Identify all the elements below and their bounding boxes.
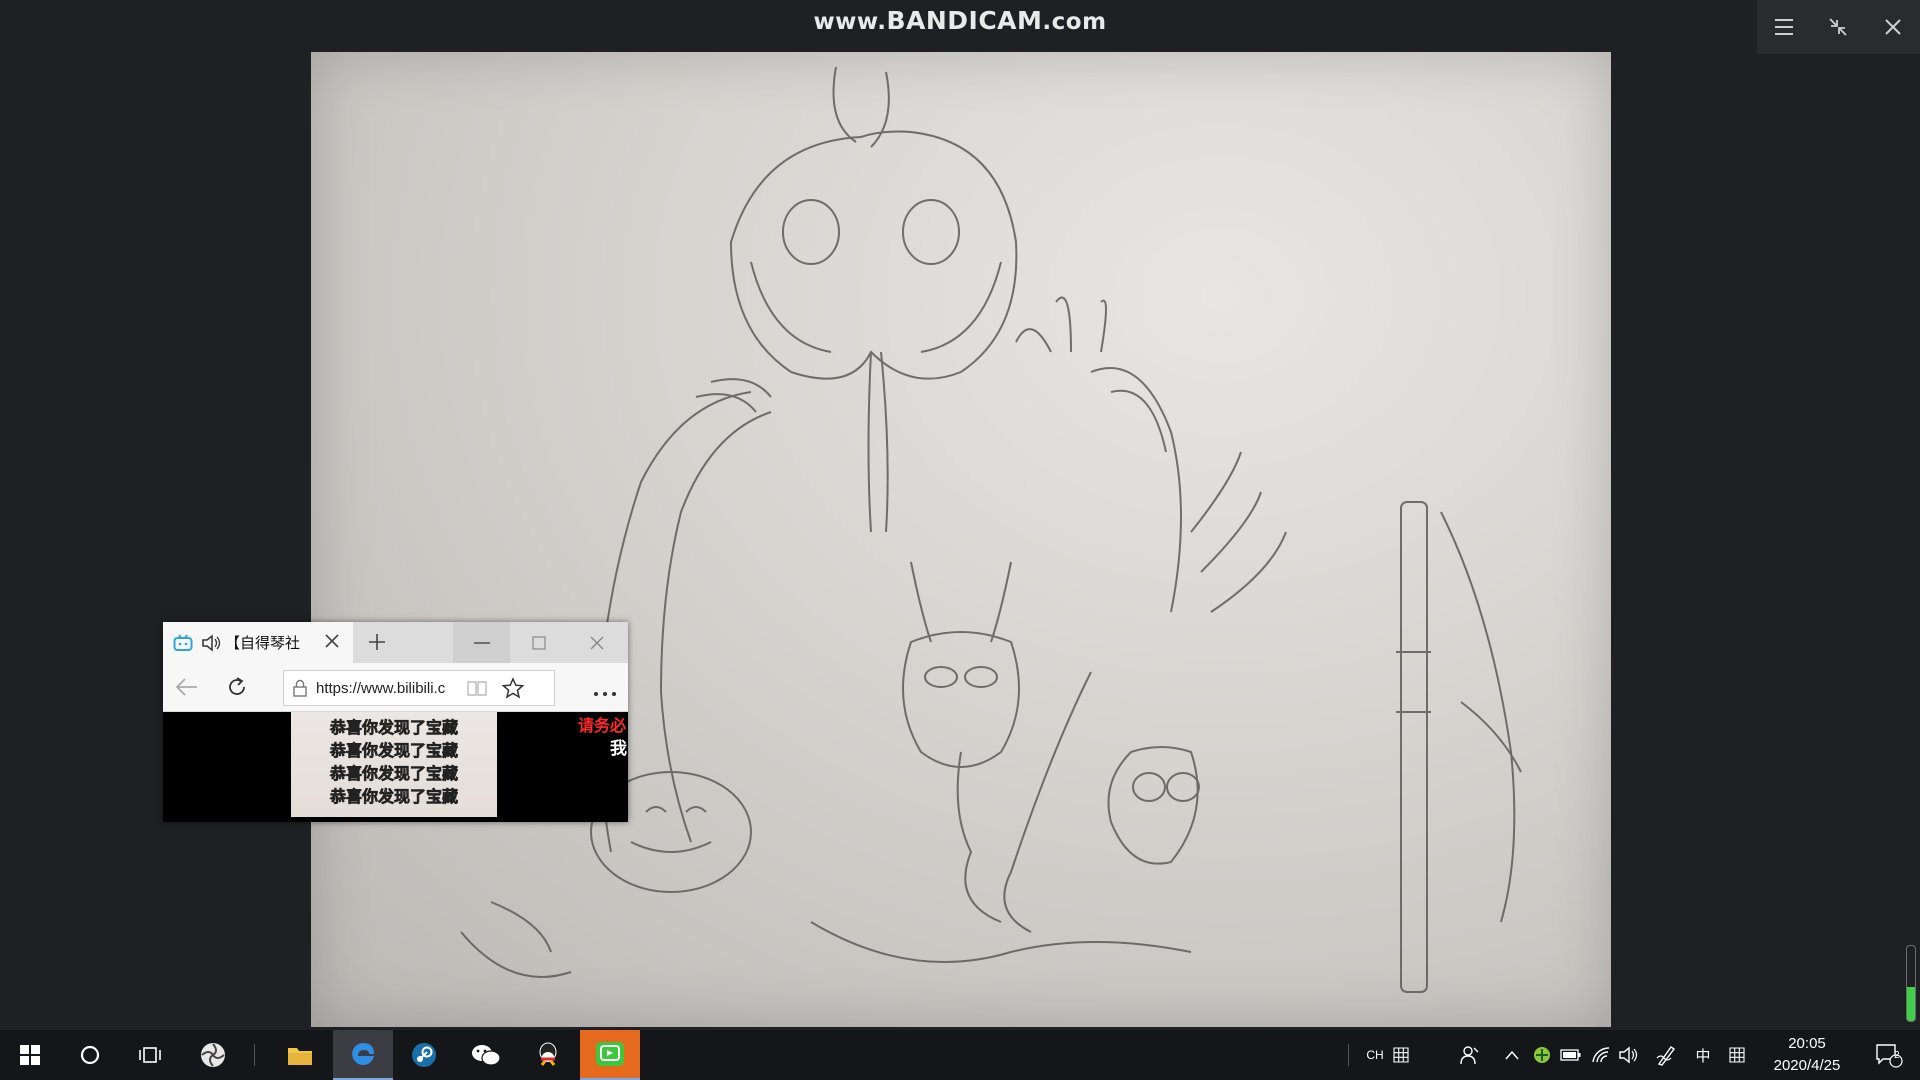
sketch-photo [311, 52, 1611, 1027]
taskbar-separator [254, 1044, 255, 1066]
close-icon[interactable] [1878, 12, 1908, 42]
input-language-indicator[interactable]: CH [1362, 1030, 1388, 1080]
iqiyi-icon[interactable] [580, 1030, 640, 1080]
pen-ink-icon[interactable] [1652, 1030, 1680, 1080]
watermark-prefix: www. [813, 9, 887, 35]
action-center-icon[interactable]: 2 [1868, 1030, 1910, 1080]
more-options-icon[interactable] [593, 684, 617, 702]
viewer-controls [1757, 0, 1920, 54]
minimize-button[interactable] [453, 622, 510, 663]
video-frame: 恭喜你发现了宝藏 恭喜你发现了宝藏 恭喜你发现了宝藏 恭喜你发现了宝藏 [291, 712, 497, 817]
danmaku-comment: 恭喜你发现了宝藏 [329, 718, 459, 738]
url-text: https://www.bilibili.c [316, 679, 446, 697]
notification-count: 2 [1894, 1050, 1900, 1061]
volume-icon[interactable] [1616, 1030, 1642, 1080]
video-content[interactable]: 恭喜你发现了宝藏 恭喜你发现了宝藏 恭喜你发现了宝藏 恭喜你发现了宝藏 请务必 … [163, 712, 628, 822]
ime-grid-icon[interactable] [1388, 1030, 1414, 1080]
taskbar-separator [1348, 1044, 1349, 1066]
danmaku-comment-red: 请务必 [578, 716, 627, 735]
clock-date: 2020/4/25 [1773, 1057, 1841, 1074]
ime-layout-grid-icon[interactable] [1724, 1030, 1750, 1080]
address-bar-row: https://www.bilibili.c [163, 663, 628, 712]
cortana-icon[interactable] [60, 1030, 120, 1080]
speaker-icon[interactable] [201, 633, 221, 652]
video-viewer: www.BANDICAM.com [0, 0, 1920, 1030]
ime-mode-indicator[interactable]: 中 [1690, 1030, 1716, 1080]
back-arrow-icon[interactable] [175, 676, 199, 703]
battery-icon[interactable] [1558, 1030, 1584, 1080]
app-icon[interactable] [183, 1030, 243, 1080]
taskbar: CH 中 20:05 2020/4/25 2 [0, 1030, 1920, 1080]
chevron-up-icon[interactable] [1500, 1030, 1524, 1080]
tab-close-icon[interactable] [323, 632, 341, 654]
watermark-suffix: .com [1042, 9, 1107, 35]
danmaku-comment: 恭喜你发现了宝藏 [329, 764, 459, 784]
shrink-icon[interactable] [1823, 12, 1853, 42]
file-explorer-icon[interactable] [270, 1030, 330, 1080]
tab-bilibili[interactable]: 【自得琴社 [163, 622, 353, 663]
edge-mini-window[interactable]: 【自得琴社 https://www.bilibili.c 恭喜你发现了宝藏 恭喜… [163, 622, 628, 822]
danmaku-comment-white: 我 [610, 739, 627, 759]
people-icon[interactable] [1455, 1030, 1485, 1080]
edge-icon[interactable] [333, 1030, 393, 1080]
favorite-star-icon[interactable] [502, 677, 524, 699]
wechat-icon[interactable] [456, 1030, 516, 1080]
maximize-button[interactable] [510, 622, 567, 663]
close-button[interactable] [568, 622, 625, 663]
lock-icon [292, 679, 308, 697]
pencil-sketch-illustration [460, 66, 1522, 993]
bandicam-watermark: www.BANDICAM.com [0, 6, 1920, 35]
menu-icon[interactable] [1769, 12, 1799, 42]
refresh-icon[interactable] [225, 675, 249, 704]
taskbar-clock[interactable]: 20:05 2020/4/25 [1757, 1030, 1857, 1080]
url-field[interactable]: https://www.bilibili.c [283, 670, 555, 706]
tab-bar: 【自得琴社 [163, 622, 628, 663]
danmaku-comment: 恭喜你发现了宝藏 [329, 787, 459, 807]
task-view-icon[interactable] [120, 1030, 180, 1080]
clock-time: 20:05 [1788, 1035, 1826, 1052]
windows-start-icon[interactable] [0, 1030, 60, 1080]
danmaku-comment: 恭喜你发现了宝藏 [329, 741, 459, 761]
volume-level-indicator [1906, 945, 1916, 1022]
bilibili-tv-icon [173, 633, 193, 652]
steam-icon[interactable] [394, 1030, 454, 1080]
wifi-icon[interactable] [1588, 1030, 1614, 1080]
tray-app-icon[interactable] [1530, 1030, 1554, 1080]
tab-title: 【自得琴社 [225, 635, 301, 652]
new-tab-icon[interactable] [366, 631, 388, 658]
reading-view-icon[interactable] [466, 679, 488, 697]
qq-icon[interactable] [518, 1030, 578, 1080]
watermark-brand: BANDICAM [886, 6, 1043, 35]
